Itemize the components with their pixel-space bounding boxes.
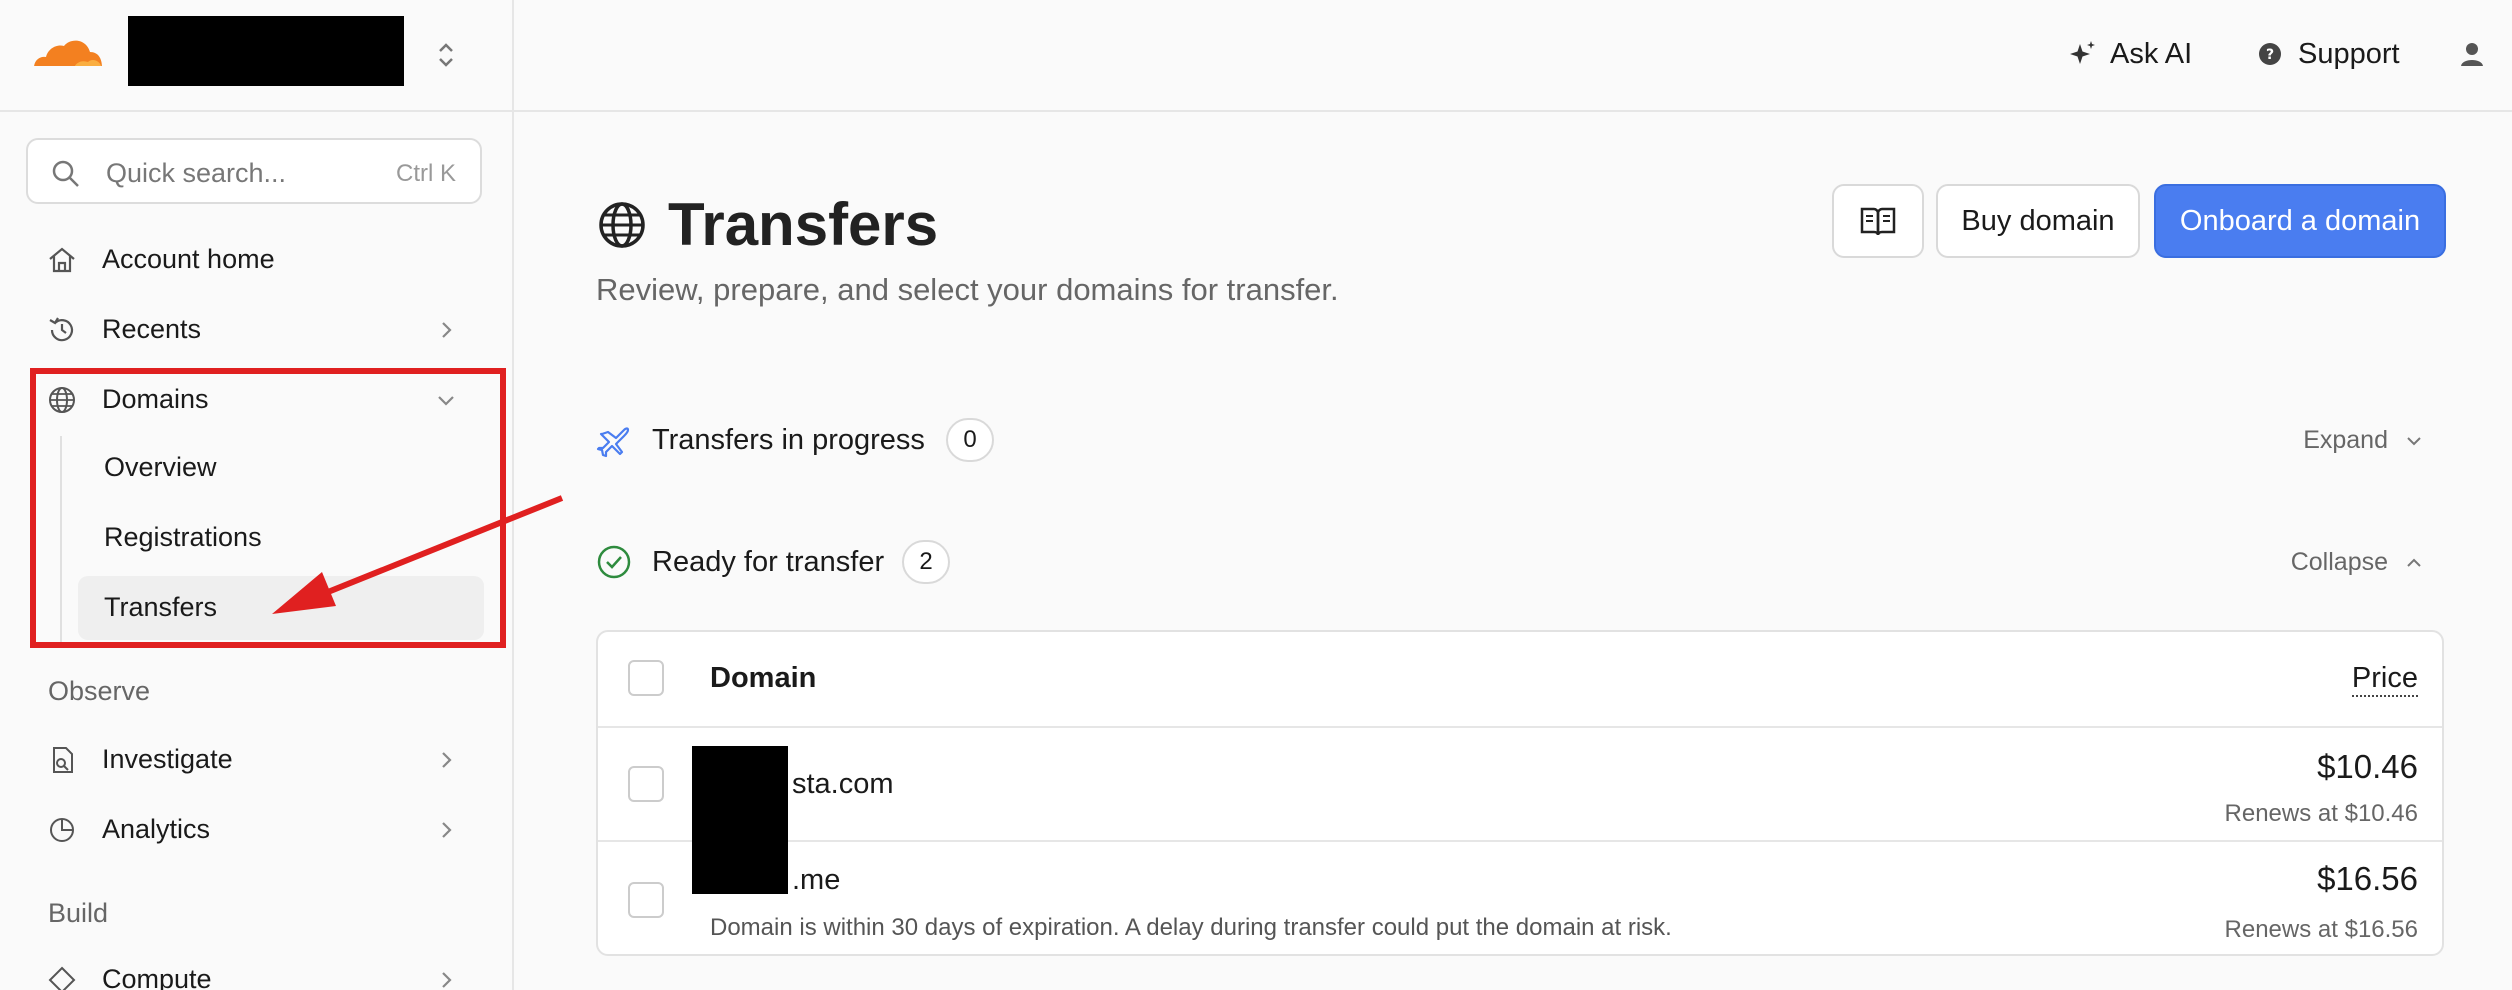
buy-domain-button[interactable]: Buy domain [1936,184,2140,258]
expand-label: Expand [2303,426,2388,454]
quick-search-input[interactable]: Quick search... Ctrl K [26,138,482,204]
section-label: Transfers in progress [652,424,925,456]
section-label: Ready for transfer [652,546,885,578]
chevron-right-icon [442,322,452,338]
count-badge: 2 [902,540,950,584]
ask-ai-button[interactable]: Ask AI [2066,34,2192,74]
svg-text:?: ? [2266,47,2274,63]
cloudflare-logo[interactable] [30,32,104,72]
investigate-icon [53,747,73,773]
chevron-right-icon [442,822,452,838]
chevron-up-icon [2407,558,2421,567]
sidebar-item-recents[interactable]: Recents [30,300,490,360]
sidebar-item-analytics[interactable]: Analytics [30,800,490,860]
section-title-observe: Observe [48,676,151,706]
sidebar-item-label: Compute [102,964,212,990]
search-placeholder: Quick search... [106,158,287,188]
column-header-domain: Domain [710,662,817,694]
check-circle-icon [597,545,631,579]
page-header: Transfers [596,190,938,259]
section-title-build: Build [48,898,109,928]
user-icon [2461,43,2483,66]
section-ready-for-transfer: Ready for transfer 2 Collapse [596,532,2444,592]
domain-price: $10.46 [2317,748,2418,785]
domain-name: .me [792,864,841,896]
domain-name: sta.com [792,768,894,800]
user-menu-button[interactable] [2456,34,2488,74]
sidebar-item-compute[interactable]: Compute [30,950,490,990]
renewal-price: Renews at $16.56 [2224,916,2418,943]
account-name-redacted[interactable] [128,16,404,86]
search-icon [52,160,79,187]
analytics-icon [50,818,74,842]
airplane-icon [596,427,630,458]
select-all-checkbox[interactable] [628,660,664,696]
table-row[interactable]: sta.com $10.46 Renews at $10.46 [598,728,2442,842]
sidebar-item-label: Investigate [102,744,233,774]
chevron-down-icon [2407,436,2421,445]
collapse-label: Collapse [2290,548,2388,576]
expand-toggle[interactable]: Expand [2303,426,2424,455]
domains-table: Domain Price sta.com $10.46 Renews at $1… [596,630,2444,956]
sidebar: Quick search... Ctrl K Account home Rece… [0,0,514,990]
annotation-highlight-box [30,368,506,648]
page-subtitle: Review, prepare, and select your domains… [596,272,1339,307]
search-shortcut: Ctrl K [396,160,456,187]
sparkle-icon [2070,41,2095,64]
section-transfers-in-progress: Transfers in progress 0 Expand [596,410,2444,470]
sidebar-item-label: Recents [102,314,202,344]
docs-button[interactable] [1832,184,1924,258]
help-circle-icon: ? [2259,43,2281,65]
support-label: Support [2298,37,2400,70]
collapse-toggle[interactable]: Collapse [2291,548,2424,577]
home-icon [49,247,75,273]
ask-ai-label: Ask AI [2110,37,2193,70]
sidebar-item-label: Account home [102,244,275,274]
top-bar: Ask AI ? Support [514,0,2512,112]
expiration-warning: Domain is within 30 days of expiration. … [710,914,1672,941]
sidebar-item-account-home[interactable]: Account home [30,230,490,290]
row-checkbox[interactable] [628,766,664,802]
page-title: Transfers [668,191,939,258]
sidebar-header [0,0,512,112]
chevron-right-icon [442,972,452,988]
sidebar-item-label: Analytics [102,814,211,844]
history-icon [49,317,74,342]
onboard-domain-button[interactable]: Onboard a domain [2154,184,2446,258]
table-row[interactable]: .me Domain is within 30 days of expirati… [598,844,2442,958]
compute-icon [48,966,76,990]
domain-redacted [692,746,788,894]
row-checkbox[interactable] [628,882,664,918]
globe-icon [599,201,645,248]
domain-price: $16.56 [2317,860,2418,897]
chevron-up-down-icon[interactable] [434,38,458,72]
count-badge: 0 [946,418,994,462]
table-header: Domain Price [598,632,2442,728]
sidebar-item-investigate[interactable]: Investigate [30,730,490,790]
chevron-right-icon [442,752,452,768]
support-button[interactable]: ? Support [2254,34,2400,74]
book-icon [1860,207,1896,236]
column-header-price[interactable]: Price [2351,662,2418,697]
renewal-price: Renews at $10.46 [2224,800,2418,827]
